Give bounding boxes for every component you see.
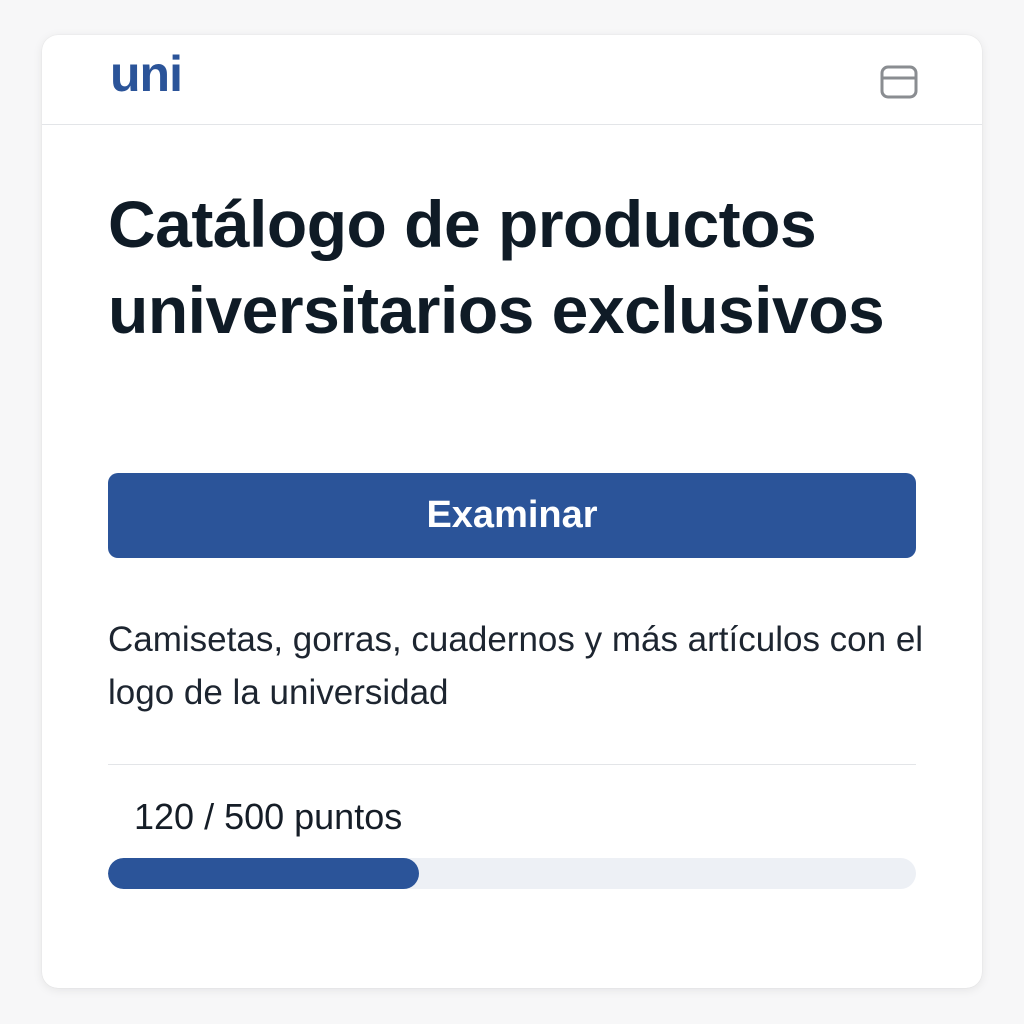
examine-button[interactable]: Examinar xyxy=(108,473,916,558)
uni-logo[interactable]: uni xyxy=(110,49,183,99)
catalog-card: uni Catálogo de productos universitarios… xyxy=(42,35,982,988)
top-bar: uni xyxy=(42,35,982,125)
page-title: Catálogo de productos universitarios exc… xyxy=(108,187,885,347)
divider xyxy=(108,764,916,765)
catalog-description: Camisetas, gorras, cuadernos y más artíc… xyxy=(108,620,924,712)
window-icon[interactable] xyxy=(880,65,918,99)
points-progress-bar xyxy=(108,858,916,889)
points-counter: 120 / 500 puntos xyxy=(134,796,403,837)
points-progress-fill xyxy=(108,858,420,889)
